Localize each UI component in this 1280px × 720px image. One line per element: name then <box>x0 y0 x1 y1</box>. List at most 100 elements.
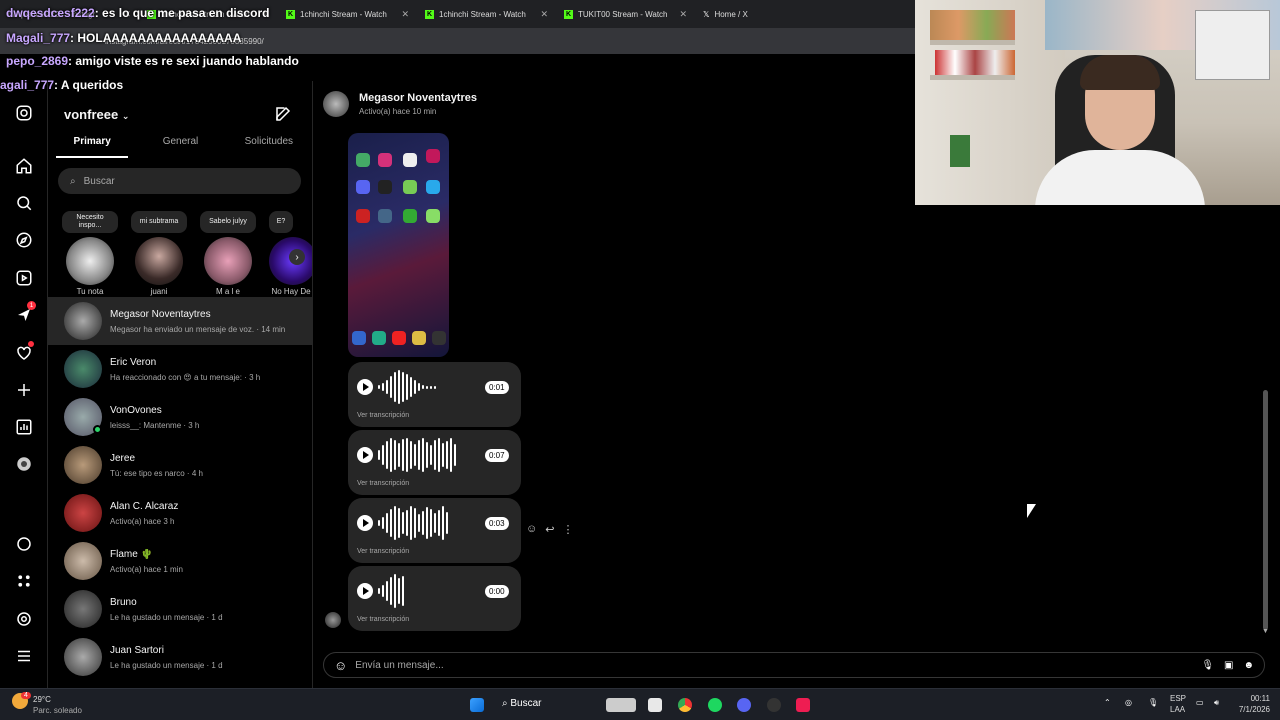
tab-requests[interactable]: Solicitudes <box>225 136 312 156</box>
profile-avatar-icon[interactable] <box>14 454 34 474</box>
tab-primary[interactable]: Primary <box>48 136 136 156</box>
thread-row[interactable]: Megasor Noventaytres Megasor ha enviado u… <box>48 297 312 345</box>
dashboard-icon[interactable] <box>14 417 34 437</box>
file-explorer-icon[interactable] <box>648 698 662 712</box>
search-highlight-icon[interactable] <box>606 698 636 712</box>
waveform-bar <box>394 440 396 470</box>
thread-row[interactable]: Juan Sartori Le ha gustado un mensaje · 1… <box>48 633 312 681</box>
search-input[interactable]: ⌕ Buscar <box>58 168 301 194</box>
avatar <box>64 446 102 484</box>
chevron-right-icon[interactable]: › <box>289 249 305 265</box>
spotify-icon[interactable] <box>708 698 722 712</box>
kick-icon: K <box>286 9 295 19</box>
waveform-bar <box>422 385 424 389</box>
tab-general[interactable]: General <box>136 136 224 156</box>
waveform-bar <box>442 506 444 540</box>
scroll-down-arrow[interactable]: ▼ <box>1262 628 1269 635</box>
create-icon[interactable] <box>14 380 34 400</box>
more-icon[interactable]: ⋮ <box>562 523 573 536</box>
view-transcript-link[interactable]: Ver transcripción <box>357 548 409 555</box>
discord-icon[interactable] <box>737 698 751 712</box>
taskbar-search[interactable]: ⌕ Buscar <box>502 698 542 709</box>
thread-row[interactable]: Alan C. Alcaraz Activo(a) hace 3 h <box>48 489 312 537</box>
windows-start-icon[interactable] <box>470 698 484 712</box>
avatar <box>64 590 102 628</box>
scrollbar[interactable] <box>1263 390 1268 630</box>
tiktok-icon[interactable] <box>796 698 810 712</box>
waveform-bar <box>386 581 388 601</box>
close-icon[interactable]: ✕ <box>540 9 548 20</box>
message-input[interactable]: ☺ Envía un mensaje... 🎙︎ ▣ ☻ <box>323 652 1265 678</box>
image-icon[interactable]: ▣ <box>1224 660 1233 671</box>
conversation-header[interactable]: Megasor Noventaytres Activo(a) hace 10 mi… <box>323 91 477 117</box>
react-icon[interactable]: ☺ <box>526 523 537 536</box>
messenger-icon[interactable]: 1 <box>14 301 36 325</box>
thread-row[interactable]: Jeree Tú: ese tipo es narco · 4 h <box>48 441 312 489</box>
apps-icon[interactable] <box>14 571 34 591</box>
browser-tab[interactable]: 𝕏 Home / X <box>695 0 834 28</box>
play-icon[interactable] <box>357 515 373 531</box>
search-icon[interactable] <box>14 193 34 213</box>
avatar <box>64 398 102 436</box>
view-transcript-link[interactable]: Ver transcripción <box>357 412 409 419</box>
waveform-bar <box>450 438 452 472</box>
play-icon[interactable] <box>357 379 373 395</box>
reels-icon[interactable] <box>14 268 34 288</box>
close-icon[interactable]: ✕ <box>401 9 409 20</box>
threads-icon[interactable] <box>14 534 34 554</box>
chrome-icon[interactable] <box>678 698 692 712</box>
language-code[interactable]: ESP <box>1170 694 1186 703</box>
home-icon[interactable] <box>14 156 34 176</box>
at-icon[interactable] <box>14 609 34 629</box>
close-icon[interactable]: ✕ <box>262 9 270 20</box>
waveform-bar <box>394 506 396 540</box>
reply-icon[interactable]: ↩ <box>545 523 554 536</box>
chevron-down-icon: ⌄ <box>121 111 130 121</box>
online-indicator <box>93 425 102 434</box>
microphone-icon[interactable]: 🎙︎ <box>1148 698 1158 707</box>
sticker-icon[interactable]: ☻ <box>1243 660 1254 671</box>
thread-row[interactable]: Flame 🌵 Activo(a) hace 1 min <box>48 537 312 585</box>
wifi-icon[interactable]: ▭ <box>1196 698 1204 707</box>
close-icon[interactable]: ✕ <box>123 9 131 20</box>
tray-chevron-icon[interactable]: ⌃ <box>1104 698 1111 707</box>
weather-temp[interactable]: 29°C <box>33 695 51 704</box>
waveform-bar <box>426 507 428 539</box>
explore-icon[interactable] <box>14 230 34 250</box>
view-transcript-link[interactable]: Ver transcripción <box>357 616 409 623</box>
instagram-logo-icon[interactable] <box>14 103 34 123</box>
view-transcript-link[interactable]: Ver transcripción <box>357 480 409 487</box>
note-item[interactable]: mi subtrama juani <box>131 211 187 296</box>
browser-tab[interactable]: K 1chinchi Stream - Watch ✕ <box>278 0 417 28</box>
browser-tab[interactable]: K 1chinchi Stream - Watch ✕ <box>417 0 556 28</box>
thread-row[interactable]: Eric Veron Ha reaccionado con 😍 a tu mens… <box>48 345 312 393</box>
browser-tab-strip: dwqesdcesf222 - Instagr ✕ Kffranchota Str… <box>0 0 915 28</box>
browser-tab[interactable]: Kffranchota Stream - Watc ✕ <box>139 0 278 28</box>
waveform-bar <box>418 440 420 470</box>
menu-icon[interactable] <box>14 646 34 666</box>
emoji-icon[interactable]: ☺ <box>334 658 347 673</box>
avatar <box>66 237 114 285</box>
waveform-bar <box>410 377 412 397</box>
waveform-bar <box>386 513 388 533</box>
active-tab-indicator <box>56 156 128 158</box>
compose-icon[interactable] <box>274 105 292 123</box>
browser-tab[interactable]: K TUKIT00 Stream - Watch ✕ <box>556 0 695 28</box>
thread-row[interactable]: VonOvones leisss__: Mantenme · 3 h <box>48 393 312 441</box>
volume-icon[interactable]: 🔊︎ <box>1214 698 1219 708</box>
clock-time[interactable]: 00:11 <box>1238 694 1270 703</box>
network-icon[interactable]: ◎ <box>1125 698 1132 707</box>
note-item[interactable]: Necesito inspo... Tu nota <box>62 211 118 296</box>
close-icon[interactable]: ✕ <box>679 9 687 20</box>
play-icon[interactable] <box>357 447 373 463</box>
play-icon[interactable] <box>357 583 373 599</box>
voice-message: 0:00 Ver transcripción <box>348 566 521 631</box>
note-item[interactable]: Sabelo julyy M a l e <box>200 211 256 296</box>
shared-screenshot-image[interactable] <box>348 133 449 357</box>
account-switcher[interactable]: vonfreee ⌄ <box>64 107 129 122</box>
microphone-icon[interactable]: 🎙︎ <box>1201 660 1214 671</box>
thread-row[interactable]: Bruno Le ha gustado un mensaje · 1 d <box>48 585 312 633</box>
app-icon[interactable] <box>767 698 781 712</box>
heart-icon[interactable] <box>14 341 34 363</box>
browser-tab[interactable]: dwqesdcesf222 - Instagr ✕ <box>0 0 139 28</box>
